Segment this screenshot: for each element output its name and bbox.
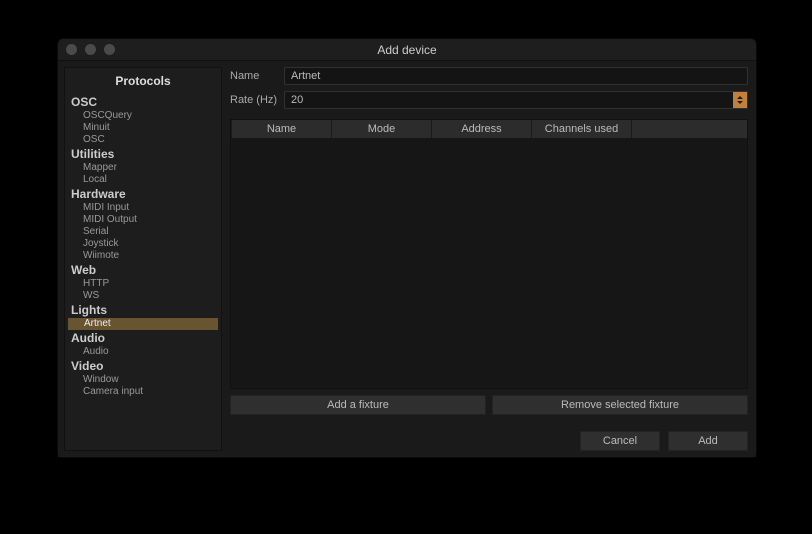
column-spacer: [632, 120, 747, 138]
sidebar-item-artnet[interactable]: Artnet: [68, 318, 218, 330]
window-title: Add device: [58, 43, 756, 57]
chevron-down-icon[interactable]: [737, 101, 743, 104]
rate-row: Rate (Hz): [230, 91, 748, 109]
minimize-icon[interactable]: [85, 44, 96, 55]
rate-stepper[interactable]: [733, 92, 747, 108]
sidebar-item-window[interactable]: Window: [67, 374, 219, 386]
chevron-up-icon[interactable]: [737, 96, 743, 99]
sidebar-header: Protocols: [65, 68, 221, 94]
sidebar-item-serial[interactable]: Serial: [67, 226, 219, 238]
sidebar-list: OSCOSCQueryMinuitOSCUtilitiesMapperLocal…: [65, 94, 221, 450]
main-panel: Name Rate (Hz) NameModeAddressChannels u…: [226, 61, 756, 457]
name-label: Name: [230, 70, 276, 82]
sidebar-group-title: Lights: [67, 302, 219, 318]
sidebar-item-oscquery[interactable]: OSCQuery: [67, 110, 219, 122]
rate-label: Rate (Hz): [230, 94, 276, 106]
sidebar-item-minuit[interactable]: Minuit: [67, 122, 219, 134]
name-input[interactable]: [284, 67, 748, 85]
table-header: NameModeAddressChannels used: [231, 120, 747, 138]
sidebar-item-audio[interactable]: Audio: [67, 346, 219, 358]
sidebar-group-title: OSC: [67, 94, 219, 110]
sidebar-item-local[interactable]: Local: [67, 174, 219, 186]
sidebar-group-title: Hardware: [67, 186, 219, 202]
add-device-dialog: Add device Protocols OSCOSCQueryMinuitOS…: [57, 38, 757, 458]
dialog-buttons: Cancel Add: [230, 431, 748, 451]
add-fixture-button[interactable]: Add a fixture: [230, 395, 486, 415]
maximize-icon[interactable]: [104, 44, 115, 55]
fixtures-table: NameModeAddressChannels used: [230, 119, 748, 389]
sidebar-item-mapper[interactable]: Mapper: [67, 162, 219, 174]
sidebar-item-midi-output[interactable]: MIDI Output: [67, 214, 219, 226]
fixture-buttons: Add a fixture Remove selected fixture: [230, 395, 748, 415]
sidebar-group-title: Video: [67, 358, 219, 374]
cancel-button[interactable]: Cancel: [580, 431, 660, 451]
window-controls: [66, 44, 115, 55]
rate-input[interactable]: [285, 94, 733, 106]
table-body[interactable]: [231, 138, 747, 388]
column-name[interactable]: Name: [232, 120, 332, 138]
column-mode[interactable]: Mode: [332, 120, 432, 138]
name-row: Name: [230, 67, 748, 85]
sidebar-item-midi-input[interactable]: MIDI Input: [67, 202, 219, 214]
close-icon[interactable]: [66, 44, 77, 55]
rate-spinbox[interactable]: [284, 91, 748, 109]
sidebar-item-wiimote[interactable]: Wiimote: [67, 250, 219, 262]
sidebar-group-title: Web: [67, 262, 219, 278]
add-button[interactable]: Add: [668, 431, 748, 451]
sidebar-item-http[interactable]: HTTP: [67, 278, 219, 290]
dialog-content: Protocols OSCOSCQueryMinuitOSCUtilitiesM…: [58, 61, 756, 457]
sidebar-group-title: Audio: [67, 330, 219, 346]
sidebar-group-title: Utilities: [67, 146, 219, 162]
titlebar: Add device: [58, 39, 756, 61]
column-channels-used[interactable]: Channels used: [532, 120, 632, 138]
protocols-sidebar: Protocols OSCOSCQueryMinuitOSCUtilitiesM…: [64, 67, 222, 451]
sidebar-item-camera-input[interactable]: Camera input: [67, 386, 219, 398]
column-address[interactable]: Address: [432, 120, 532, 138]
remove-fixture-button[interactable]: Remove selected fixture: [492, 395, 748, 415]
sidebar-item-ws[interactable]: WS: [67, 290, 219, 302]
sidebar-item-osc[interactable]: OSC: [67, 134, 219, 146]
sidebar-item-joystick[interactable]: Joystick: [67, 238, 219, 250]
